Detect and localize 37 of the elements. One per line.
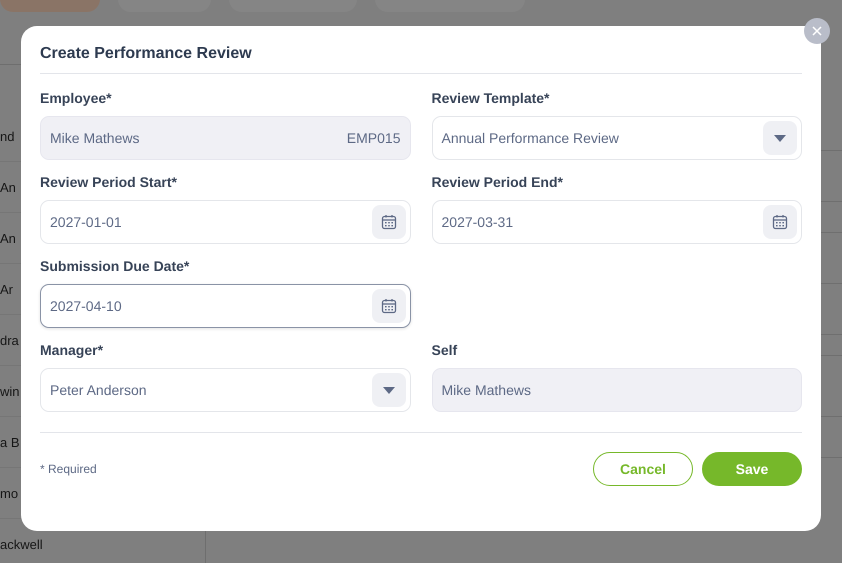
field-label: Manager* bbox=[40, 342, 104, 358]
calendar-button[interactable] bbox=[372, 205, 406, 239]
dialog-title: Create Performance Review bbox=[40, 44, 253, 64]
date-field[interactable]: 2027-01-01 bbox=[40, 200, 410, 244]
employee-name: Ar bbox=[0, 282, 13, 296]
employee-name: dra bbox=[0, 332, 19, 348]
close-icon bbox=[812, 26, 822, 36]
employee-name: An bbox=[0, 180, 16, 194]
field-label: Review Template* bbox=[432, 90, 551, 106]
field-label: Review Period End* bbox=[432, 174, 564, 190]
employee-name: nd bbox=[0, 128, 14, 144]
readonly-field[interactable]: Mike Mathews bbox=[432, 368, 802, 412]
caret-icon bbox=[774, 134, 786, 142]
required-note: * Required bbox=[40, 462, 97, 476]
employee-name: a B bbox=[0, 434, 20, 450]
calendar-button[interactable] bbox=[372, 289, 406, 323]
field-label: Submission Due Date* bbox=[40, 258, 190, 274]
calendar-icon bbox=[772, 214, 788, 230]
date-field[interactable]: 2027-03-31 bbox=[432, 200, 802, 244]
field-label: Review Period Start* bbox=[40, 174, 178, 190]
readonly-field[interactable]: Mike Mathews EMP015 bbox=[40, 116, 410, 160]
dropdown-button[interactable] bbox=[763, 121, 797, 155]
field-label: Employee* bbox=[40, 90, 113, 106]
select-field[interactable]: Peter Anderson bbox=[40, 368, 410, 412]
close-button[interactable] bbox=[804, 18, 830, 44]
dropdown-button[interactable] bbox=[372, 373, 406, 407]
select-field[interactable]: Annual Performance Review bbox=[432, 116, 802, 160]
caret-icon bbox=[382, 386, 394, 394]
employee-name: mo bbox=[0, 486, 18, 500]
employee-name: An bbox=[0, 230, 16, 246]
employee-name: win bbox=[0, 384, 20, 398]
calendar-icon bbox=[380, 298, 396, 314]
employee-name: ackwell bbox=[0, 536, 43, 552]
field-label: Self bbox=[432, 342, 458, 358]
date-field[interactable]: 2027-04-10 bbox=[40, 284, 410, 328]
calendar-icon bbox=[380, 214, 396, 230]
calendar-button[interactable] bbox=[763, 205, 797, 239]
